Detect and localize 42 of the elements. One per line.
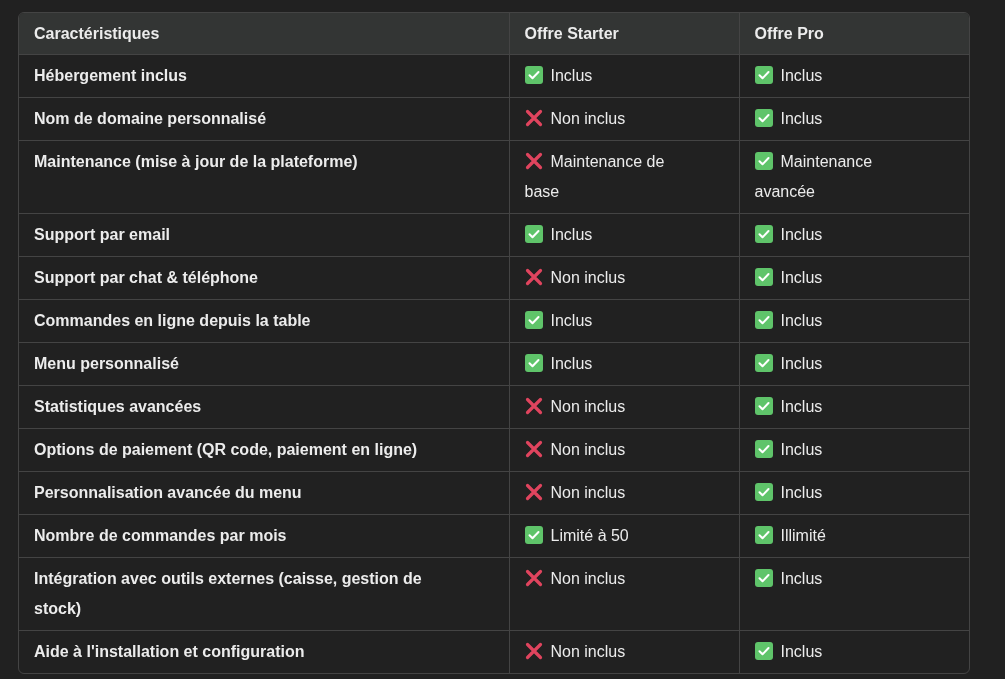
cell-text: Inclus [780, 67, 823, 84]
cell-text: Inclus [780, 226, 823, 243]
cell-text: Maintenance de base [524, 153, 665, 200]
cell-text: Non inclus [550, 441, 626, 458]
cell-text: Inclus [780, 441, 823, 458]
feature-cell: Personnalisation avancée du menu [19, 471, 509, 515]
feature-cell: Aide à l'installation et configuration [19, 630, 509, 673]
cell-text: Inclus [780, 484, 823, 501]
cell-text: Non inclus [550, 484, 626, 501]
cell-text: Non inclus [550, 643, 626, 660]
cell-text: Inclus [780, 398, 823, 415]
cell-text: Inclus [550, 312, 593, 329]
feature-cell: Commandes en ligne depuis la table [19, 299, 509, 343]
feature-cell: Hébergement inclus [19, 54, 509, 98]
column-header: Caractéristiques [19, 13, 509, 55]
cell-text: Non inclus [550, 570, 626, 587]
cell-text: Maintenance avancée [754, 153, 873, 200]
cell-text: Inclus [780, 570, 823, 587]
cell-text: Non inclus [550, 269, 626, 286]
feature-cell: Intégration avec outils externes (caisse, gestion de stock) [19, 557, 509, 631]
feature-cell: Nombre de commandes par mois [19, 514, 509, 558]
cell-text: Non inclus [550, 110, 626, 127]
column-header: Offre Starter [509, 13, 739, 55]
cell-text: Inclus [550, 67, 593, 84]
cell-text: Non inclus [550, 398, 626, 415]
cell-text: Illimité [780, 527, 826, 544]
feature-cell: Nom de domaine personnalisé [19, 97, 509, 141]
cell-text: Inclus [780, 643, 823, 660]
feature-cell: Maintenance (mise à jour de la plateforme) [19, 140, 509, 214]
feature-cell: Support par chat & téléphone [19, 256, 509, 300]
cell-text: Inclus [550, 226, 593, 243]
cell-text: Inclus [780, 269, 823, 286]
feature-cell: Options de paiement (QR code, paiement en ligne) [19, 428, 509, 472]
cell-text: Inclus [550, 355, 593, 372]
column-header: Offre Pro [739, 13, 969, 55]
cell-text: Inclus [780, 110, 823, 127]
feature-cell: Menu personnalisé [19, 342, 509, 386]
feature-cell: Support par email [19, 213, 509, 257]
cell-text: Inclus [780, 355, 823, 372]
cell-text: Inclus [780, 312, 823, 329]
feature-cell: Statistiques avancées [19, 385, 509, 429]
cell-text: Limité à 50 [550, 527, 629, 544]
